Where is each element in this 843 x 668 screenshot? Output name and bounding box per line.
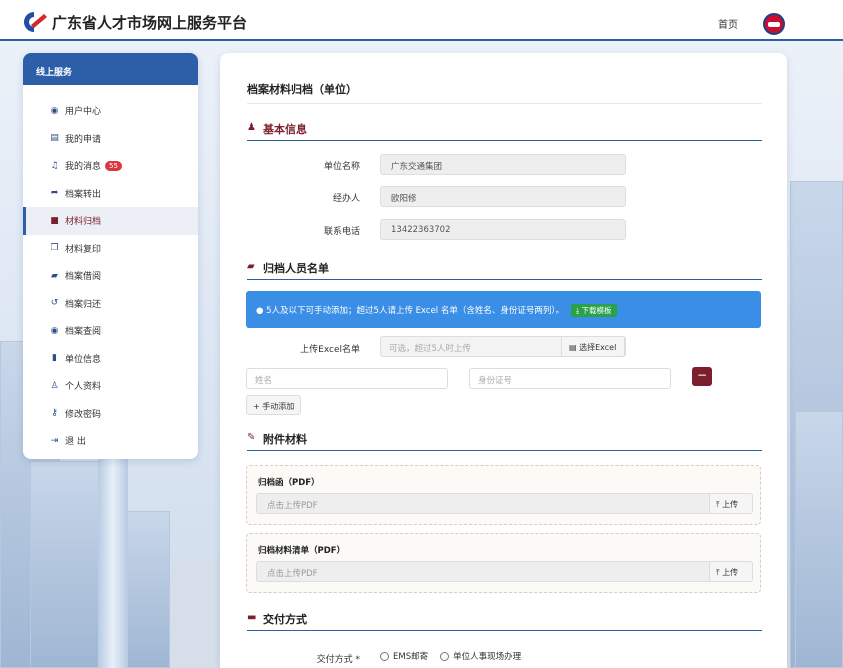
handler-label: 经办人 [332,194,360,204]
sidebar-item-change-password[interactable]: ⚷ 修改密码 [23,400,198,428]
excel-upload-label: 上传Excel名单 [300,345,360,355]
upload-icon: ⤒ [716,500,720,509]
sidebar-item-label: 材料复印 [65,244,102,255]
paperclip-icon: ✎ [247,432,256,443]
sidebar-item-label: 用户中心 [65,107,102,118]
user-circle-icon: ◉ [50,105,59,116]
upload-title: 归档材料清单（PDF） [258,546,346,556]
main-panel: 档案材料归档（单位） ♟ 基本信息 单位名称 广东交通集团 经办人 欧阳修 联系… [220,53,787,668]
emblem-icon[interactable] [763,13,785,35]
sidebar-item-label: 修改密码 [65,409,102,420]
sidebar-item-label: 退 出 [65,437,86,448]
undo-icon: ↺ [50,298,59,309]
delivery-method-label: 交付方式 * [316,655,360,665]
nav-home-link[interactable]: 首页 [718,16,738,31]
name-input[interactable]: 姓名 [246,368,448,389]
section-delivery: ▬ 交付方式 [247,609,762,631]
user-icon: ♟ [247,122,256,133]
building-icon: ▮ [52,353,57,364]
remove-row-button[interactable]: − [692,367,712,386]
upload-title: 归档函（PDF） [258,478,320,488]
sidebar-item-material-copy[interactable]: ❐ 材料复印 [23,235,198,263]
sidebar-item-my-applications[interactable]: ▤ 我的申请 [23,125,198,153]
radio-ems[interactable]: EMS邮寄 [380,650,428,662]
sidebar-item-file-borrow[interactable]: ▰ 档案借阅 [23,262,198,290]
add-manually-button[interactable]: + 手动添加 [246,395,301,415]
folder-icon: ■ [50,215,59,226]
section-title: 归档人员名单 [263,262,329,275]
handler-field: 欧阳修 [380,186,626,207]
sidebar-item-file-query[interactable]: ◉ 档案查阅 [23,317,198,345]
section-attachments: ✎ 附件材料 [247,429,762,451]
sidebar-item-logout[interactable]: ⇥ 退 出 [23,427,198,455]
sidebar-item-label: 档案转出 [65,189,102,200]
sidebar-item-label: 材料归档 [65,217,102,228]
pdf-file-input[interactable]: 点击上传PDF [256,561,710,582]
section-basic-info: ♟ 基本信息 [247,119,762,141]
sidebar-item-user-center[interactable]: ◉ 用户中心 [23,97,198,125]
section-title: 基本信息 [263,123,307,136]
download-template-button[interactable]: ⤓ 下载模板 [570,304,617,317]
sidebar-item-label: 档案查阅 [65,327,102,338]
section-person-list: ▰ 归档人员名单 [247,258,762,280]
choose-excel-button[interactable]: ▤ 选择Excel [561,336,625,357]
delivery-options: EMS邮寄 单位人事现场办理 [380,650,533,662]
copy-icon: ❐ [50,243,59,254]
section-title: 交付方式 [263,613,307,626]
logo-icon [24,12,47,32]
upload-icon: ⤒ [716,568,720,577]
bell-icon: ♫ [50,160,59,171]
share-arrow-icon: ➦ [50,188,59,199]
logout-icon: ⇥ [50,435,59,446]
excel-file-input[interactable]: 可选，超过5人时上传 ▤ 选择Excel [380,336,626,357]
upload-button[interactable]: ⤒ 上传 [709,561,753,582]
unit-name-field: 广东交通集团 [380,154,626,175]
info-notice: ● 5人及以下可手动添加；超过5人请上传 Excel 名单（含姓名、身份证号两列… [246,291,761,328]
key-icon: ⚷ [51,408,58,419]
sidebar-item-file-transfer[interactable]: ➦ 档案转出 [23,180,198,208]
sidebar-item-label: 我的申请 [65,134,102,145]
phone-label: 联系电话 [323,227,360,237]
divider [247,103,762,104]
eye-icon: ◉ [50,325,59,336]
sidebar-item-material-archiving[interactable]: ■ 材料归档 [23,207,198,235]
sidebar: 线上服务 ◉ 用户中心 ▤ 我的申请 ♫ 我的消息 55 ➦ 档案转出 ■ 材料… [23,53,198,459]
top-header: 广东省人才市场网上服务平台 首页 [0,0,843,41]
section-title: 附件材料 [263,433,307,446]
folder-open-icon: ▰ [247,261,255,272]
radio-onsite[interactable]: 单位人事现场办理 [440,650,521,662]
book-icon: ▰ [51,270,58,281]
info-icon: ● [256,306,264,316]
sidebar-item-label: 单位信息 [65,354,102,365]
site-title: 广东省人才市场网上服务平台 [52,14,248,32]
sidebar-item-label: 档案借阅 [65,272,102,283]
material-list-upload: 归档材料清单（PDF） 点击上传PDF ⤒ 上传 [246,533,761,593]
notice-text: 5人及以下可手动添加；超过5人请上传 Excel 名单（含姓名、身份证号两列）。 [266,306,565,316]
sidebar-item-file-return[interactable]: ↺ 档案归还 [23,290,198,318]
sidebar-item-profile[interactable]: ♙ 个人资料 [23,372,198,400]
sidebar-item-my-messages[interactable]: ♫ 我的消息 55 [23,152,198,180]
sidebar-item-label: 个人资料 [65,382,102,393]
page-title: 档案材料归档（单位） [247,83,357,96]
message-count-badge: 55 [105,160,122,171]
phone-field: 13422363702 [380,219,626,240]
sidebar-heading: 线上服务 [23,53,198,85]
sidebar-item-label: 档案归还 [65,299,102,310]
id-number-input[interactable]: 身份证号 [469,368,671,389]
sidebar-item-label: 我的消息 [65,162,102,173]
truck-icon: ▬ [247,612,257,623]
sidebar-item-unit-info[interactable]: ▮ 单位信息 [23,345,198,373]
unit-name-label: 单位名称 [323,162,360,172]
person-icon: ♙ [50,380,59,391]
radio-circle-icon [380,651,389,661]
file-icon: ▤ [569,343,577,352]
pdf-file-input[interactable]: 点击上传PDF [256,493,710,514]
upload-button[interactable]: ⤒ 上传 [709,493,753,514]
document-icon: ▤ [50,133,59,144]
archive-letter-upload: 归档函（PDF） 点击上传PDF ⤒ 上传 [246,465,761,525]
radio-circle-icon [440,651,450,661]
